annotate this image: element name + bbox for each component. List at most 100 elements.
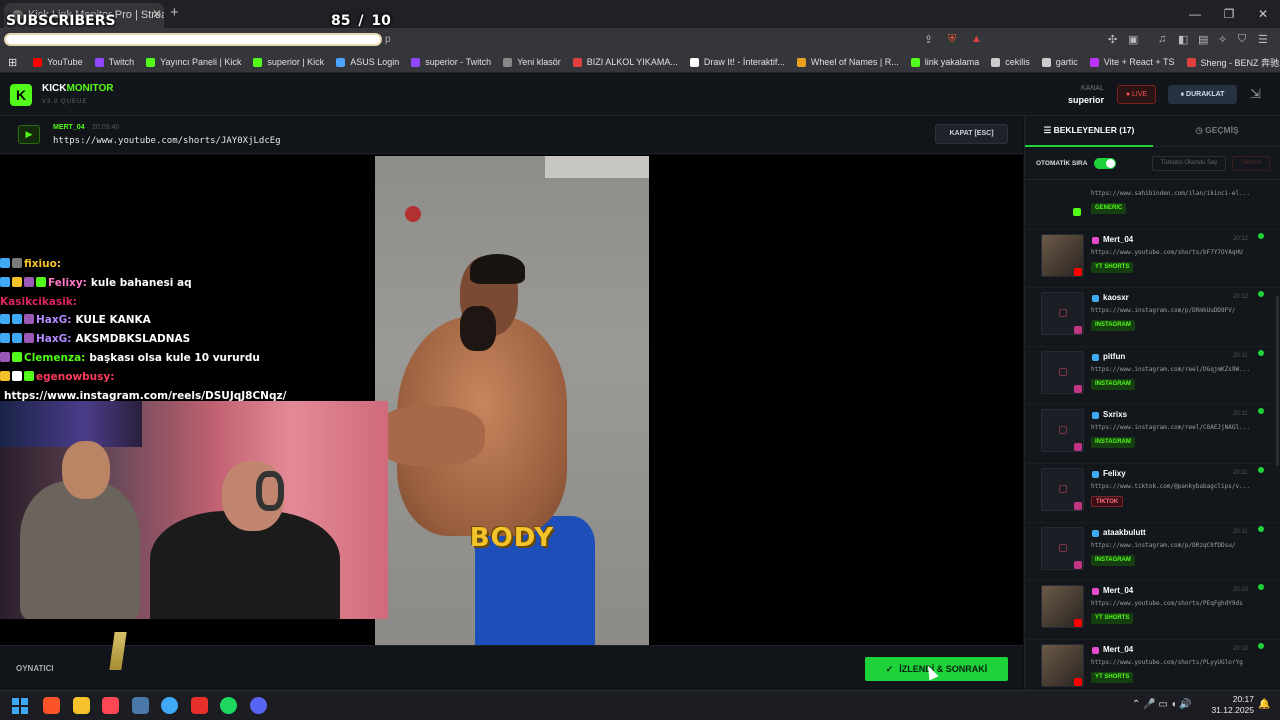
chat-badge-icon: [24, 276, 34, 287]
extensions-icon[interactable]: ✣: [1108, 33, 1117, 46]
wallet2-icon[interactable]: ▤: [1198, 33, 1208, 46]
queue-platform-tag: YT SHORTS: [1091, 671, 1134, 683]
chat-message: egenowbusy:: [0, 368, 380, 387]
queue-item[interactable]: pitfun 20:11 https://www.instagram.com/ree…: [1025, 347, 1280, 406]
bookmark-item[interactable]: superior | Kick: [253, 56, 324, 69]
rewards-icon[interactable]: ▲: [971, 33, 982, 45]
chat-text: KULE KANKA: [75, 314, 151, 327]
wallet-icon[interactable]: ▣: [1128, 33, 1138, 46]
bookmark-label: Draw It! - İnteraktif...: [703, 57, 785, 67]
leo-icon[interactable]: ✧: [1218, 33, 1227, 46]
bookmark-item[interactable]: link yakalama: [910, 56, 979, 69]
bookmark-item[interactable]: Draw It! - İnteraktif...: [689, 56, 785, 69]
bookmark-item[interactable]: Yeni klasör: [503, 56, 561, 69]
windows-start-icon[interactable]: [12, 698, 29, 715]
maximize-button[interactable]: ❐: [1212, 0, 1246, 28]
queue-item[interactable]: Sxrixs 20:11 https://www.instagram.com/ree…: [1025, 405, 1280, 464]
minimize-button[interactable]: —: [1178, 0, 1212, 28]
queue-url: https://www.youtube.com/shorts/PLyyUGlor…: [1091, 658, 1243, 666]
bookmark-item[interactable]: BIZI ALKOL YIKAMA...: [572, 56, 678, 69]
source-icon: [1074, 502, 1082, 510]
chat-username: Clemenza:: [24, 351, 86, 364]
chat-username: egenowbusy:: [36, 370, 115, 383]
mark-all-read-button[interactable]: Tümünü Okundu Say: [1152, 156, 1226, 171]
chat-overlay: fixiuo: Felixy: kule bahanesi aq Kasikcikas…: [0, 255, 380, 405]
steam-icon[interactable]: [131, 697, 149, 714]
bookmark-item[interactable]: YouTube: [33, 56, 83, 69]
queue-item[interactable]: Felixy 20:11 https://www.tiktok.com/@panky…: [1025, 464, 1280, 523]
player-stage: BODY fixiuo: Felixy: kule bahanesi aq Kasik…: [0, 155, 1023, 645]
music-icon[interactable]: ♫: [1158, 33, 1166, 45]
video-frame[interactable]: BODY: [375, 156, 649, 645]
unread-dot: [1258, 642, 1264, 649]
tab-close-icon[interactable]: ✕: [152, 7, 162, 21]
bookmark-item[interactable]: Sheng - BENZ 奔驰...: [1186, 56, 1280, 69]
queue-thumbnail: [1041, 233, 1084, 277]
menu-icon[interactable]: ☰: [1258, 33, 1268, 46]
address-bar: p ⇪ ⛨ ▲ ✣ ▣ ♫ ◧ ▤ ✧ ⛉ ☰: [0, 28, 1280, 52]
spotify-icon[interactable]: [220, 697, 237, 714]
notification-bell-icon[interactable]: 🔔: [1258, 699, 1270, 710]
discord-icon[interactable]: [249, 697, 267, 714]
now-playing-url[interactable]: https://www.youtube.com/shorts/JAY0XjLdc…: [53, 136, 281, 146]
queue-item[interactable]: Mert_04 20:10 https://www.youtube.com/shor…: [1025, 640, 1280, 690]
sidebar-icon[interactable]: ◧: [1178, 33, 1188, 46]
apps-grid-icon[interactable]: ⊞: [8, 56, 17, 69]
auto-queue-toggle[interactable]: [1094, 158, 1116, 169]
bookmark-item[interactable]: Vite + React + TS: [1089, 56, 1175, 69]
bookmark-label: YouTube: [47, 57, 83, 67]
pause-button[interactable]: ⏸ DURAKLAT: [1168, 85, 1237, 104]
clock-date: 31.12.2025: [1211, 705, 1254, 715]
close-player-button[interactable]: KAPAT [ESC]: [935, 124, 1008, 144]
queue-scrollbar[interactable]: [1276, 296, 1279, 466]
share-icon[interactable]: ⇪: [924, 33, 933, 46]
bookmark-item[interactable]: Wheel of Names | R...: [796, 56, 899, 69]
queue-item[interactable]: https://www.sahibinden.com/ilan/ikinci-e…: [1025, 181, 1280, 230]
chat-message: Clemenza: başkası olsa kule 10 vururdu: [0, 349, 380, 368]
webcam-overlay: [0, 401, 388, 619]
new-tab-button[interactable]: +: [170, 4, 179, 21]
bookmark-item[interactable]: cekilis: [991, 56, 1030, 69]
clear-queue-button[interactable]: Temizle: [1232, 156, 1270, 171]
popout-icon[interactable]: ⇲: [1250, 86, 1261, 102]
tab-pending[interactable]: ☰ BEKLEYENLER (17): [1025, 116, 1153, 147]
queue-time: 20:12: [1233, 235, 1249, 242]
queue-item[interactable]: Mert_04 20:12 https://www.youtube.com/shor…: [1025, 230, 1280, 289]
tiktok-icon: [1059, 485, 1067, 493]
bookmark-item[interactable]: gartic: [1041, 56, 1078, 69]
close-window-button[interactable]: ✕: [1246, 0, 1280, 28]
queue-platform-tag: INSTAGRAM: [1091, 554, 1135, 566]
bookmark-favicon-icon: [1041, 57, 1051, 67]
taskbar-clock[interactable]: 20:17 31.12.2025: [1208, 694, 1254, 716]
queue-item[interactable]: ataakbulutt 20:11 https://www.instagram.co…: [1025, 523, 1280, 582]
system-tray[interactable]: ⌃ 🎤 ▭ ◖ 🔊: [1132, 699, 1192, 710]
chat-badge-icon: [12, 314, 22, 325]
chat-text: başkası olsa kule 10 vururdu: [89, 351, 260, 364]
queue-user: pitfun: [1103, 351, 1126, 361]
bookmark-item[interactable]: Twitch: [94, 56, 134, 69]
queue-item[interactable]: Mert_04 20:10 https://www.youtube.com/shor…: [1025, 581, 1280, 640]
bookmark-favicon-icon: [796, 57, 806, 67]
queue-item[interactable]: kaosxr 20:12 https://www.instagram.com/p/D…: [1025, 288, 1280, 347]
brave-shield-icon[interactable]: ⛨: [948, 33, 956, 46]
app5-icon[interactable]: [161, 697, 178, 714]
bookmark-item[interactable]: superior - Twitch: [411, 56, 491, 69]
queue-thumbnail: [1041, 526, 1084, 570]
chat-username: Felixy:: [48, 276, 87, 289]
user-badge-icon: [1092, 471, 1099, 478]
queue-thumbnail: [1041, 181, 1084, 218]
url-input[interactable]: [4, 33, 382, 46]
tab-history[interactable]: ◷ GEÇMİŞ: [1153, 116, 1280, 147]
chat-text: AKSMDBKSLADNAS: [75, 333, 191, 346]
app-version: V3.0 QUEUE: [42, 99, 88, 105]
files-icon[interactable]: [72, 697, 90, 714]
bookmark-item[interactable]: Yayıncı Paneli | Kick: [146, 56, 241, 69]
watched-next-button[interactable]: ✓ İZLENDİ & SONRAKİ: [865, 657, 1008, 681]
url-text: p: [385, 34, 391, 45]
vpn-icon[interactable]: ⛉: [1238, 33, 1246, 46]
bookmark-item[interactable]: ASUS Login: [336, 56, 399, 69]
valorant-icon[interactable]: [102, 697, 119, 714]
chat-badge-icon: [12, 351, 22, 362]
brave-icon[interactable]: [43, 697, 60, 714]
app6-icon[interactable]: [190, 697, 208, 714]
